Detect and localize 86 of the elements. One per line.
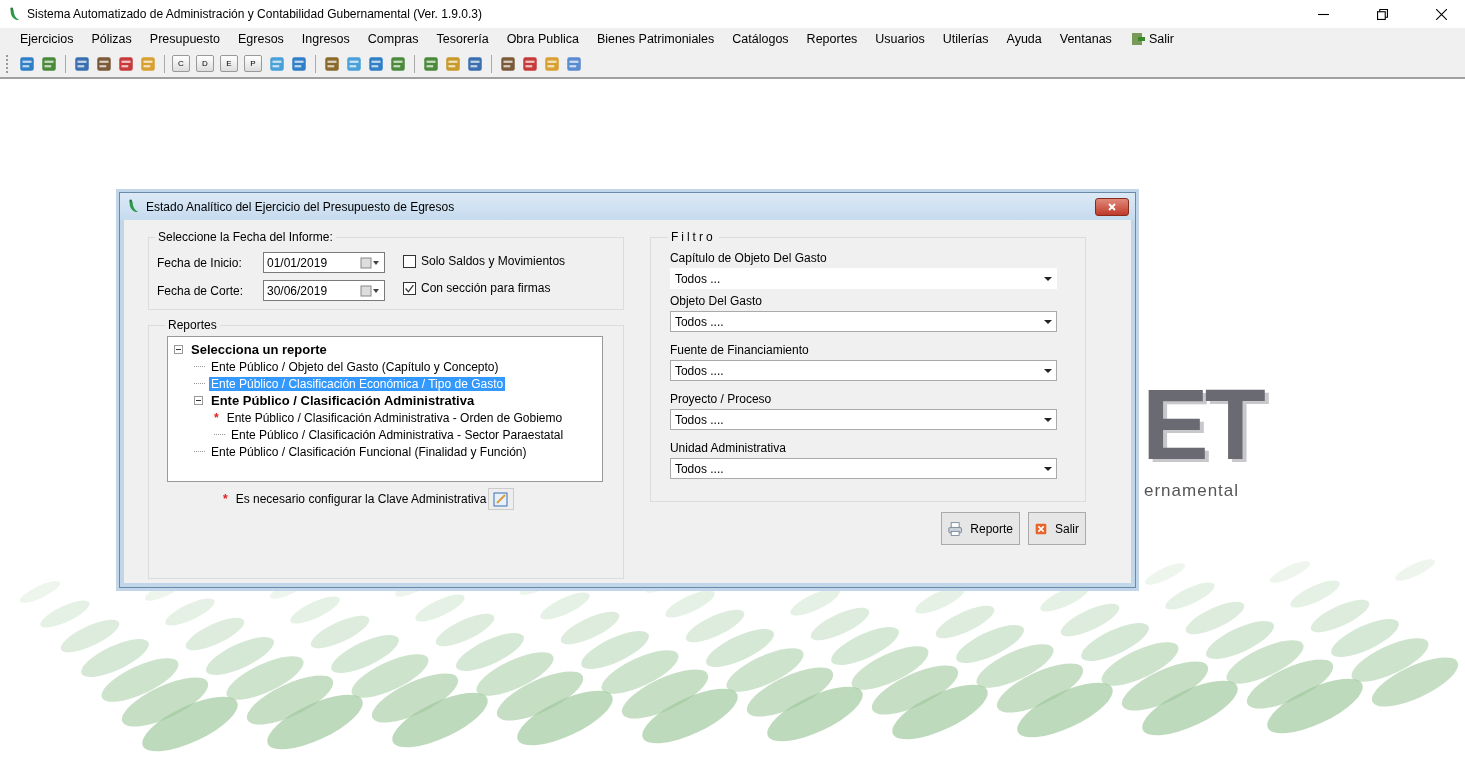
note-text: Es necesario configurar la Clave Administrativa	[235, 492, 487, 506]
window-title: Sistema Automatizado de Administración y Contabilidad Gubernamental (Ver. 1.9.0.3)	[27, 7, 482, 21]
exit-icon	[1129, 31, 1146, 47]
calendar-dropdown-icon	[359, 256, 381, 269]
dropdown[interactable]: Todos ....	[669, 409, 1057, 430]
check-icon	[404, 282, 415, 294]
menu-item[interactable]: Utilerías	[935, 32, 996, 46]
expander-icon[interactable]	[174, 345, 183, 354]
caret-icon	[1043, 319, 1052, 324]
toolbar-icon[interactable]	[444, 54, 462, 73]
tree-item[interactable]: Selecciona un reporte	[189, 342, 329, 357]
dialog-title: Estado Analítico del Ejercicio del Presupuesto de Egresos	[146, 199, 455, 214]
field-label: Capítulo de Objeto Del Gasto	[669, 251, 828, 265]
toolbar-icon[interactable]	[95, 54, 113, 73]
exit-button[interactable]: Salir	[1028, 512, 1086, 545]
toolbar-icon[interactable]	[117, 54, 135, 73]
required-marker: *	[214, 410, 219, 425]
toolbar-button[interactable]: P	[244, 55, 262, 72]
close-icon	[1107, 202, 1117, 211]
toolbar-icon[interactable]	[40, 54, 58, 73]
checkbox[interactable]: Solo Saldos y Movimientos	[403, 254, 566, 268]
field-label: Fecha de Inicio:	[157, 255, 243, 270]
tree-item[interactable]: Ente Público / Clasificación Administrativa - Orden de Gobiemo	[224, 410, 565, 425]
caret-icon	[1043, 466, 1052, 471]
toolbar-button[interactable]: D	[196, 55, 214, 72]
dropdown[interactable]: Todos ....	[669, 458, 1057, 479]
menu-item[interactable]: Ayuda	[999, 32, 1049, 46]
field-label: Objeto Del Gasto	[669, 294, 763, 308]
menu-item[interactable]: Catálogos	[725, 32, 796, 46]
dropdown[interactable]: Todos ....	[669, 311, 1057, 332]
menu-item[interactable]: Tesorería	[429, 32, 496, 46]
toolbar-icon[interactable]	[345, 54, 363, 73]
caret-icon	[1043, 276, 1052, 281]
toolbar-icon[interactable]	[389, 54, 407, 73]
menu-item[interactable]: Ventanas	[1052, 32, 1119, 46]
toolbar-icon[interactable]	[73, 54, 91, 73]
menu-item[interactable]: Ingresos	[294, 32, 357, 46]
group-title: Seleccione la Fecha del Informe:	[157, 230, 334, 244]
menu-item[interactable]: Pólizas	[84, 32, 139, 46]
checkbox[interactable]: Con sección para firmas	[403, 281, 566, 295]
toolbar-icon[interactable]	[290, 54, 308, 73]
date-field[interactable]: 30/06/2019	[263, 280, 385, 301]
menu-item[interactable]: Salir	[1122, 31, 1181, 47]
app-logo-icon	[127, 199, 140, 214]
group-title: Reportes	[167, 318, 218, 332]
tree-item[interactable]: Ente Público / Objeto del Gasto (Capítulo y Concepto)	[209, 359, 501, 374]
field-label: Fuente de Financiamiento	[669, 343, 810, 357]
toolbar-icon[interactable]	[466, 54, 484, 73]
menu-item[interactable]: Egresos	[231, 32, 291, 46]
close-button[interactable]	[1095, 197, 1129, 216]
toolbar-icon[interactable]	[521, 54, 539, 73]
group-title: Filtro	[669, 230, 717, 244]
caret-icon	[1043, 417, 1052, 422]
toolbar-button[interactable]: E	[220, 55, 238, 72]
tree-item[interactable]: Ente Público / Clasificación Funcional (Finalidad y Función)	[209, 444, 529, 459]
menu-item[interactable]: Reportes	[799, 32, 865, 46]
logo-text: ET	[1142, 374, 1262, 474]
field-label: Proyecto / Proceso	[669, 392, 773, 406]
toolbar-icon[interactable]	[367, 54, 385, 73]
toolbar-icon[interactable]	[323, 54, 341, 73]
toolbar-icon[interactable]	[18, 54, 36, 73]
field-label: Unidad Administrativa	[669, 441, 787, 455]
calendar-dropdown-icon	[359, 284, 381, 297]
toolbar-button[interactable]: C	[172, 55, 190, 72]
printer-icon	[948, 519, 963, 538]
menu-item[interactable]: Ejercicios	[13, 32, 81, 46]
dropdown[interactable]: Todos ...	[669, 268, 1057, 289]
field-label: Fecha de Corte:	[157, 283, 245, 298]
tree-item[interactable]: Ente Público / Clasificación Administrativa	[209, 393, 477, 408]
menu-item[interactable]: Compras	[360, 32, 426, 46]
menu-item[interactable]: Usuarios	[868, 32, 932, 46]
toolbar-icon[interactable]	[499, 54, 517, 73]
menu-item[interactable]: Presupuesto	[142, 32, 227, 46]
toolbar-icon[interactable]	[565, 54, 583, 73]
toolbar-icon[interactable]	[268, 54, 286, 73]
required-marker: *	[223, 492, 228, 506]
menu-item[interactable]: Obra Publica	[499, 32, 586, 46]
tree-item[interactable]: Ente Público / Clasificación Administrativa - Sector Paraestatal	[229, 427, 566, 442]
toolbar-icon[interactable]	[422, 54, 440, 73]
caret-icon	[1043, 368, 1052, 373]
menu-item[interactable]: Bienes Patrimoniales	[589, 32, 722, 46]
dropdown[interactable]: Todos ....	[669, 360, 1057, 381]
app-logo-icon	[8, 6, 21, 22]
report-button[interactable]: Reporte	[941, 512, 1020, 545]
date-field[interactable]: 01/01/2019	[263, 252, 385, 273]
expander-icon[interactable]	[194, 396, 203, 405]
